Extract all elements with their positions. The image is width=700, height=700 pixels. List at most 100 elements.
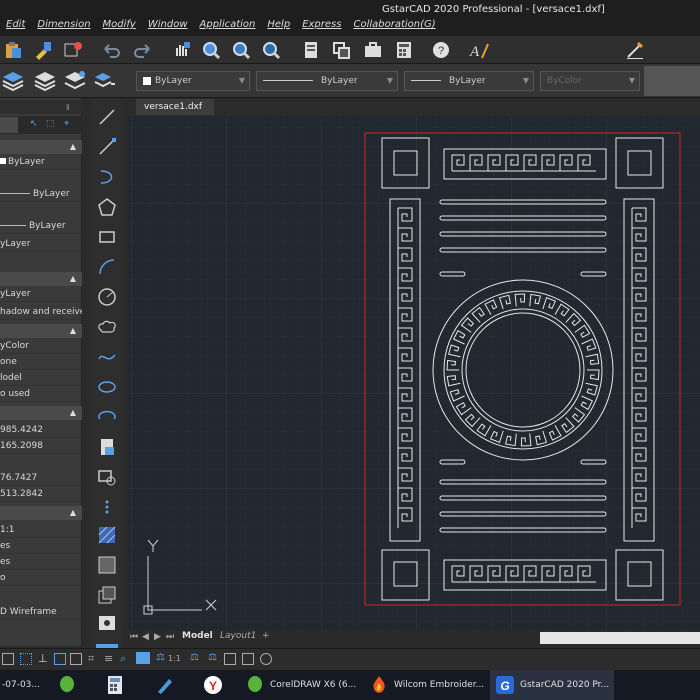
layer-states-icon[interactable] — [34, 69, 56, 91]
paste-icon[interactable] — [2, 39, 24, 61]
design-center-icon[interactable] — [330, 39, 352, 61]
taskbar-corel-launcher[interactable] — [52, 670, 82, 700]
zoom-status-icon[interactable]: ⌕ — [120, 652, 126, 666]
model-space-icon[interactable] — [136, 652, 150, 664]
zoom-realtime-icon[interactable] — [200, 39, 222, 61]
annotation-visibility-icon[interactable]: ⚖ — [190, 652, 199, 663]
help-icon[interactable]: ? — [430, 39, 452, 61]
otrack-toggle-icon[interactable]: ⌗ — [88, 652, 94, 666]
prev-layout-icon[interactable]: ◀ — [142, 632, 149, 642]
first-layout-icon[interactable]: ⏮ — [130, 632, 138, 642]
lock-ui-icon[interactable] — [242, 653, 254, 665]
menu-express[interactable]: Express — [302, 19, 341, 35]
auto-scale-icon[interactable]: ⚖ — [208, 652, 217, 663]
last-layout-icon[interactable]: ⏭ — [166, 632, 174, 642]
horizontal-scrollbar[interactable] — [540, 632, 700, 644]
annotation-scale-icon[interactable]: ⚖ — [156, 652, 165, 663]
prop-width[interactable]: 513.2842 — [0, 486, 82, 502]
line-icon[interactable] — [96, 106, 118, 128]
linetype-select[interactable]: ByLayer ▼ — [256, 71, 398, 91]
annotation-scale-value[interactable]: 1:1 — [168, 654, 181, 663]
menu-window[interactable]: Window — [148, 19, 188, 35]
prop-color[interactable]: ByLayer — [0, 154, 82, 170]
ellipse-icon[interactable] — [96, 376, 118, 398]
isolate-objects-icon[interactable] — [260, 653, 272, 665]
properties-icon[interactable] — [300, 39, 322, 61]
block-editor-icon[interactable] — [62, 39, 84, 61]
redo-icon[interactable] — [132, 39, 154, 61]
prop-plot-table[interactable]: one — [0, 354, 82, 370]
taskbar-pen-app[interactable] — [150, 670, 180, 700]
arc-icon[interactable] — [96, 256, 118, 278]
prop-plot-style[interactable]: yColor — [0, 338, 82, 354]
tab-model[interactable]: Model — [182, 631, 213, 641]
hatch-icon[interactable] — [96, 524, 118, 546]
drawing-viewport[interactable] — [128, 116, 700, 630]
color-select[interactable]: ByLayer ▼ — [136, 71, 250, 91]
pickadd-icon[interactable]: ⌖ — [64, 116, 69, 132]
prop-ucs-icon-origin[interactable]: es — [0, 554, 82, 570]
tab-layout1[interactable]: Layout1 — [220, 631, 256, 641]
taskbar-gstarcad[interactable]: G GstarCAD 2020 Pr... — [490, 670, 614, 700]
make-block-icon[interactable] — [96, 466, 118, 488]
taskbar-clock[interactable]: -07-03... — [0, 670, 46, 700]
taskbar-calculator[interactable] — [100, 670, 130, 700]
menu-help[interactable]: Help — [267, 19, 290, 35]
3d-section-header[interactable]: ▲ — [0, 272, 82, 286]
calculator-icon[interactable] — [393, 39, 415, 61]
taskbar-coreldraw[interactable]: CorelDRAW X6 (6... — [240, 670, 356, 700]
table-icon[interactable] — [96, 612, 118, 634]
prop-height[interactable]: 76.7427 — [0, 470, 82, 486]
make-object-layer-current-icon[interactable] — [94, 69, 116, 91]
polyline-arc-icon[interactable] — [96, 166, 118, 188]
plot-style-select[interactable]: ByColor ▼ — [540, 71, 640, 91]
lineweight-toggle-icon[interactable]: ≡ — [104, 652, 113, 665]
point-icon[interactable] — [96, 496, 118, 518]
polyline-icon[interactable] — [96, 136, 118, 158]
pan-icon[interactable] — [170, 39, 192, 61]
prop-annotation-scale[interactable]: 1:1 — [0, 522, 82, 538]
prop-shadow[interactable]: hadow and receive ... — [0, 304, 82, 320]
polar-toggle-icon[interactable] — [54, 653, 66, 665]
general-section-header[interactable]: ▲ — [0, 140, 82, 154]
selection-combo[interactable]: ↖ ⬚ ⌖ — [0, 116, 82, 134]
prop-center-y[interactable]: 165.2098 — [0, 438, 82, 454]
layer-previous-icon[interactable] — [64, 69, 86, 91]
zoom-previous-icon[interactable] — [260, 39, 282, 61]
revision-cloud-icon[interactable] — [96, 316, 118, 338]
quick-select-icon[interactable]: ↖ — [30, 116, 38, 132]
zoom-window-icon[interactable] — [230, 39, 252, 61]
ortho-toggle-icon[interactable]: ⊥ — [38, 652, 48, 665]
grid-toggle-icon[interactable] — [2, 653, 14, 665]
undo-icon[interactable] — [100, 39, 122, 61]
document-tab-versace1[interactable]: versace1.dxf — [136, 99, 214, 115]
ellipse-arc-icon[interactable] — [96, 406, 118, 428]
menu-edit[interactable]: Edit — [6, 19, 25, 35]
tool-palettes-icon[interactable] — [362, 39, 384, 61]
taskbar-yandex[interactable]: Y — [198, 670, 228, 700]
gradient-icon[interactable] — [96, 554, 118, 576]
prop-ucs-per-viewport[interactable]: o — [0, 570, 82, 586]
next-layout-icon[interactable]: ▶ — [154, 632, 161, 642]
drawing-canvas[interactable] — [128, 116, 700, 630]
view-section-header[interactable]: ▲ — [0, 406, 82, 420]
insert-block-icon[interactable] — [96, 436, 118, 458]
rectangle-icon[interactable] — [96, 226, 118, 248]
menu-application[interactable]: Application — [200, 19, 256, 35]
prop-linetype[interactable]: ByLayer — [0, 186, 82, 202]
misc-section-header[interactable]: ▲ — [0, 506, 82, 520]
menu-collaboration[interactable]: Collaboration(G) — [353, 19, 435, 35]
lineweight-select[interactable]: ByLayer ▼ — [404, 71, 534, 91]
menu-modify[interactable]: Modify — [103, 19, 136, 35]
plot-section-header[interactable]: ▲ — [0, 324, 82, 338]
taskbar-wilcom[interactable]: Wilcom Embroider... — [364, 670, 486, 700]
prop-ucs-icon-on[interactable]: es — [0, 538, 82, 554]
spline-icon[interactable] — [96, 346, 118, 368]
prop-plot-table-type[interactable]: o used — [0, 386, 82, 402]
prop-lineweight[interactable]: ByLayer — [0, 218, 82, 234]
osnap-toggle-icon[interactable] — [70, 653, 82, 665]
selection-dropdown[interactable] — [0, 117, 18, 133]
polygon-icon[interactable] — [96, 196, 118, 218]
prop-center-x[interactable]: 985.4242 — [0, 422, 82, 438]
select-objects-icon[interactable]: ⬚ — [46, 116, 55, 132]
